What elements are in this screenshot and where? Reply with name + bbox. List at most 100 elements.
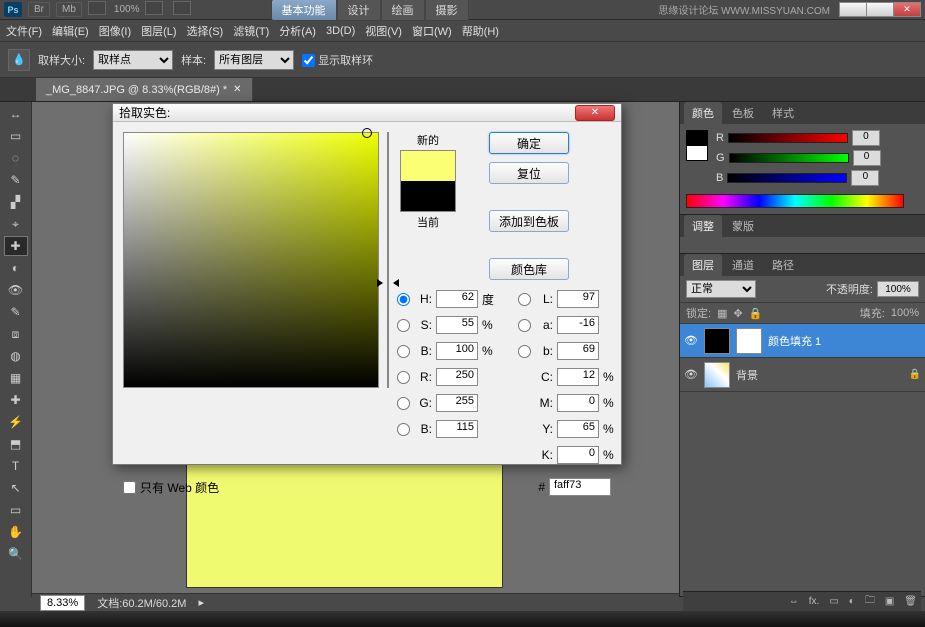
layer-name[interactable]: 颜色填充 1 — [768, 333, 921, 349]
bv-radio[interactable] — [397, 345, 410, 358]
type-tool[interactable]: T — [4, 456, 28, 476]
layer-thumb[interactable] — [704, 362, 730, 388]
l-input[interactable]: 97 — [557, 290, 599, 308]
close-button[interactable]: ✕ — [893, 2, 921, 17]
layers-tab[interactable]: 图层 — [684, 254, 722, 276]
lasso-tool[interactable]: ◌ — [4, 148, 28, 168]
fg-bg-swatch[interactable] — [686, 130, 708, 160]
healing-brush-tool[interactable]: ◐ — [4, 258, 28, 278]
m-input[interactable]: 0 — [557, 394, 599, 412]
arrange-docs-icon[interactable] — [145, 1, 163, 15]
b-slider[interactable] — [727, 173, 847, 183]
current-color-swatch[interactable] — [401, 181, 455, 211]
color-tab[interactable]: 颜色 — [684, 102, 722, 124]
path-select-tool[interactable]: ↖ — [4, 478, 28, 498]
g-slider[interactable] — [729, 153, 849, 163]
adjust-layer-icon[interactable]: ◐ — [849, 596, 855, 607]
zoom-tool[interactable]: 🔍 — [4, 544, 28, 564]
menu-image[interactable]: 图像(I) — [99, 23, 131, 39]
hex-input[interactable]: faff73 — [549, 478, 611, 496]
dialog-titlebar[interactable]: 拾取实色: ✕ — [113, 104, 621, 122]
swatches-tab[interactable]: 色板 — [724, 102, 762, 124]
blend-mode-select[interactable]: 正常 — [686, 280, 756, 298]
menu-select[interactable]: 选择(S) — [187, 23, 224, 39]
menu-filter[interactable]: 滤镜(T) — [233, 23, 269, 39]
mask-icon[interactable]: ▭ — [829, 596, 838, 607]
quick-select-tool[interactable]: ✎ — [4, 170, 28, 190]
styles-tab[interactable]: 样式 — [764, 102, 802, 124]
k-input[interactable]: 0 — [557, 446, 599, 464]
channels-tab[interactable]: 通道 — [724, 254, 762, 276]
layer-row[interactable]: 👁 颜色填充 1 — [680, 324, 925, 358]
r-slider[interactable] — [728, 133, 848, 143]
lab-b-input[interactable]: 69 — [557, 342, 599, 360]
marquee-tool[interactable]: ▭ — [4, 126, 28, 146]
blur-tool[interactable]: ✚ — [4, 390, 28, 410]
visibility-icon[interactable]: 👁 — [684, 368, 698, 381]
hue-slider[interactable] — [387, 132, 389, 388]
l-radio[interactable] — [518, 293, 531, 306]
web-only-checkbox[interactable] — [123, 481, 136, 494]
c-input[interactable]: 12 — [557, 368, 599, 386]
dodge-tool[interactable]: ⚡ — [4, 412, 28, 432]
ok-button[interactable]: 确定 — [489, 132, 569, 154]
adjustments-tab[interactable]: 调整 — [684, 215, 722, 237]
g-input[interactable]: 255 — [436, 394, 478, 412]
visibility-icon[interactable]: 👁 — [684, 334, 698, 347]
g-value[interactable]: 0 — [853, 150, 881, 166]
r-radio[interactable] — [397, 371, 410, 384]
clone-stamp-tool[interactable]: ✎ — [4, 302, 28, 322]
menu-3d[interactable]: 3D(D) — [326, 25, 355, 37]
bc-input[interactable]: 115 — [436, 420, 478, 438]
eyedropper-tool[interactable]: ✚ — [4, 236, 28, 256]
saturation-value-field[interactable] — [123, 132, 379, 388]
bv-input[interactable]: 100 — [436, 342, 478, 360]
lab-b-radio[interactable] — [518, 345, 531, 358]
crop-tool[interactable]: ▞ — [4, 192, 28, 212]
gradient-tool[interactable]: ▦ — [4, 368, 28, 388]
ws-tab-design[interactable]: 设计 — [337, 0, 381, 21]
menu-analysis[interactable]: 分析(A) — [279, 23, 316, 39]
new-layer-icon[interactable]: ▣ — [885, 596, 894, 607]
minibridge-chip[interactable]: Mb — [56, 2, 82, 17]
sample-layers-select[interactable]: 所有图层 — [214, 50, 294, 70]
layer-name[interactable]: 背景 — [736, 367, 903, 383]
spectrum-ramp[interactable] — [686, 194, 904, 208]
layer-row[interactable]: 👁 背景 🔒 — [680, 358, 925, 392]
doc-tab-close-icon[interactable]: ✕ — [233, 84, 241, 95]
masks-tab[interactable]: 蒙版 — [724, 215, 762, 237]
eraser-tool[interactable]: ◍ — [4, 346, 28, 366]
b-value[interactable]: 0 — [851, 170, 879, 186]
layer-thumb[interactable] — [704, 328, 730, 354]
color-libraries-button[interactable]: 颜色库 — [489, 258, 569, 280]
new-color-swatch[interactable] — [401, 151, 455, 181]
menu-window[interactable]: 窗口(W) — [412, 23, 452, 39]
menu-edit[interactable]: 编辑(E) — [52, 23, 89, 39]
menu-layer[interactable]: 图层(L) — [141, 23, 176, 39]
opacity-value[interactable]: 100% — [877, 281, 919, 297]
link-layers-icon[interactable]: ⇔ — [789, 596, 799, 607]
a-radio[interactable] — [518, 319, 531, 332]
ws-tab-painting[interactable]: 绘画 — [381, 0, 425, 21]
trash-icon[interactable]: 🗑 — [904, 596, 917, 607]
a-input[interactable]: -16 — [557, 316, 599, 334]
r-input[interactable]: 250 — [436, 368, 478, 386]
shape-tool[interactable]: ▭ — [4, 500, 28, 520]
zoom-display[interactable]: 100% — [114, 4, 140, 15]
lock-pixels-icon[interactable]: ▦ — [717, 307, 727, 320]
s-radio[interactable] — [397, 319, 410, 332]
menu-view[interactable]: 视图(V) — [365, 23, 402, 39]
ws-tab-photography[interactable]: 摄影 — [425, 0, 469, 21]
history-brush-tool[interactable]: ⧈ — [4, 324, 28, 344]
fx-icon[interactable]: fx. — [809, 596, 820, 607]
pen-tool[interactable]: ⬒ — [4, 434, 28, 454]
cancel-button[interactable]: 复位 — [489, 162, 569, 184]
status-more-icon[interactable]: ▸ — [198, 596, 204, 609]
h-radio[interactable] — [397, 293, 410, 306]
ws-tab-essentials[interactable]: 基本功能 — [271, 0, 337, 21]
paths-tab[interactable]: 路径 — [764, 254, 802, 276]
screen-mode-icon[interactable] — [173, 1, 191, 15]
eyedropper-icon[interactable]: 💧 — [8, 49, 30, 71]
bridge-chip[interactable]: Br — [28, 2, 50, 17]
lock-all-icon[interactable]: 🔒 — [749, 307, 763, 320]
